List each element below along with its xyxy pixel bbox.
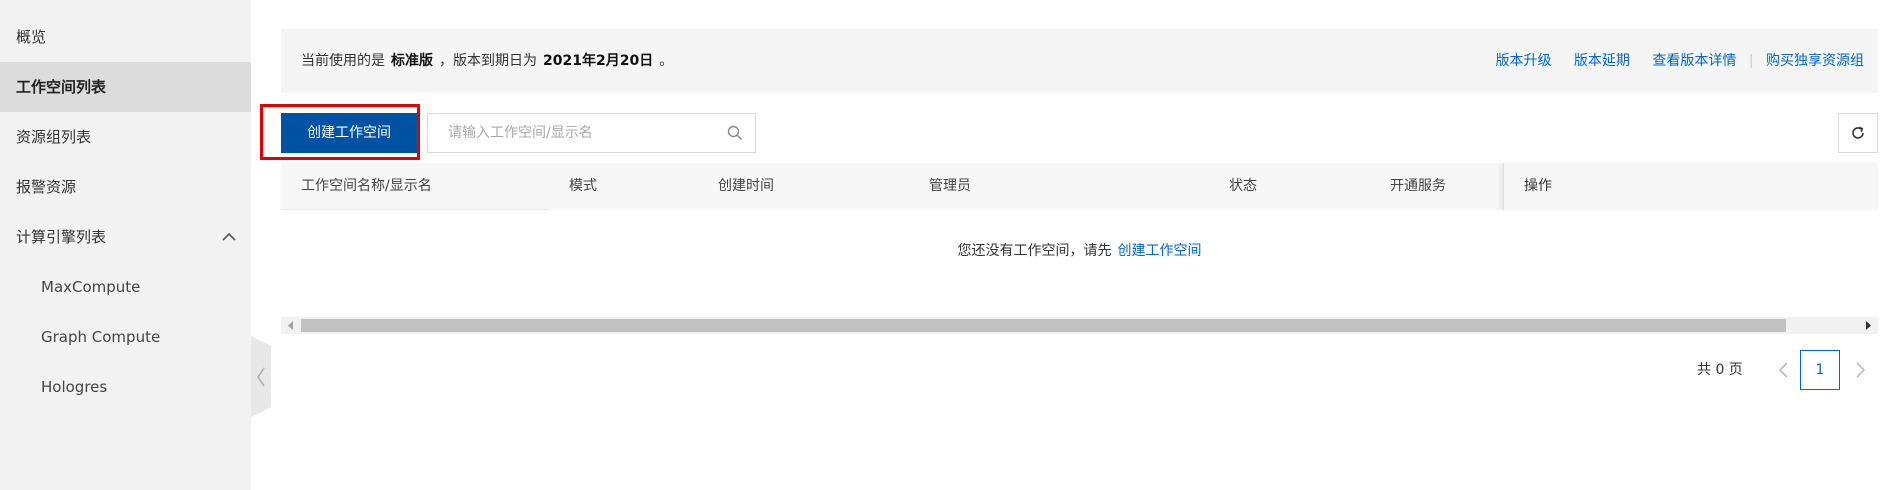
column-header-workspace-name: 工作空间名称/显示名 bbox=[301, 178, 432, 194]
edition-notice-bar: 当前使用的是 标准版 ，版本到期日为 2021年2月20日。 版本升级 版本延期 查看… bbox=[281, 29, 1878, 93]
table-header: 工作空间名称/显示名 模式 创建时间 管理员 状态 开通服务 操作 bbox=[281, 163, 1878, 210]
pagination-prev-button[interactable] bbox=[1772, 358, 1796, 382]
column-header-actions-label: 操作 bbox=[1524, 178, 1552, 194]
sidebar: 概览 工作空间列表 资源组列表 报警资源 计算引擎列表 MaxCompute G… bbox=[0, 0, 251, 490]
create-workspace-link[interactable]: 创建工作空间 bbox=[1118, 243, 1202, 259]
scroll-right-icon[interactable] bbox=[1864, 321, 1872, 330]
extend-edition-link[interactable]: 版本延期 bbox=[1574, 53, 1630, 69]
link-divider: | bbox=[1748, 53, 1754, 69]
sidebar-item-hologres[interactable]: Hologres bbox=[0, 362, 251, 412]
chevron-up-icon[interactable] bbox=[221, 212, 237, 262]
notice-links: 版本升级 版本延期 查看版本详情 | 购买独享资源组 bbox=[1477, 29, 1864, 93]
column-header-status: 状态 bbox=[1229, 178, 1257, 194]
search-icon[interactable] bbox=[727, 125, 743, 141]
scroll-left-icon[interactable] bbox=[287, 321, 295, 330]
sidebar-item-workspace-list[interactable]: 工作空间列表 bbox=[0, 62, 251, 112]
edition-details-link[interactable]: 查看版本详情 bbox=[1652, 53, 1736, 69]
column-header-admin: 管理员 bbox=[929, 178, 971, 194]
column-header-actions: 操作 bbox=[1503, 163, 1878, 210]
search-box bbox=[427, 113, 756, 153]
expiry-date: 2021年2月20日 bbox=[543, 53, 654, 69]
sidebar-item-overview[interactable]: 概览 bbox=[0, 12, 251, 62]
sidebar-item-compute-engine-list[interactable]: 计算引擎列表 bbox=[0, 212, 251, 262]
sidebar-item-maxcompute[interactable]: MaxCompute bbox=[0, 262, 251, 312]
empty-state: 您还没有工作空间，请先 创建工作空间 bbox=[281, 240, 1878, 260]
sidebar-item-label: 计算引擎列表 bbox=[16, 228, 107, 246]
column-header-created-time: 创建时间 bbox=[718, 178, 774, 194]
chevron-right-icon bbox=[1856, 362, 1866, 378]
empty-state-text: 您还没有工作空间，请先 bbox=[957, 243, 1112, 259]
pagination-total: 共 0 页 bbox=[1697, 362, 1743, 378]
notice-suffix: 。 bbox=[659, 53, 674, 69]
search-input[interactable] bbox=[428, 114, 708, 152]
pagination-next-button[interactable] bbox=[1848, 358, 1872, 382]
notice-middle: ，版本到期日为 bbox=[439, 53, 537, 69]
column-header-mode: 模式 bbox=[569, 178, 597, 194]
create-workspace-button[interactable]: 创建工作空间 bbox=[281, 113, 417, 153]
sidebar-collapse-handle[interactable] bbox=[251, 336, 271, 417]
edition-name: 标准版 bbox=[391, 53, 433, 69]
chevron-left-icon bbox=[1778, 362, 1788, 378]
scrollbar-thumb[interactable] bbox=[301, 319, 1786, 332]
refresh-button[interactable] bbox=[1838, 113, 1878, 153]
sidebar-item-graph-compute[interactable]: Graph Compute bbox=[0, 312, 251, 362]
sidebar-item-alarm-resources[interactable]: 报警资源 bbox=[0, 162, 251, 212]
upgrade-edition-link[interactable]: 版本升级 bbox=[1495, 53, 1551, 69]
column-header-services: 开通服务 bbox=[1390, 178, 1446, 194]
edition-notice-text: 当前使用的是 标准版 ，版本到期日为 2021年2月20日。 bbox=[301, 29, 673, 93]
sidebar-item-resource-group-list[interactable]: 资源组列表 bbox=[0, 112, 251, 162]
horizontal-scrollbar[interactable] bbox=[281, 317, 1878, 334]
pagination-page-current[interactable]: 1 bbox=[1800, 350, 1840, 390]
chevron-left-icon bbox=[257, 367, 265, 387]
notice-prefix: 当前使用的是 bbox=[301, 53, 385, 69]
refresh-icon bbox=[1852, 126, 1864, 139]
buy-resource-group-link[interactable]: 购买独享资源组 bbox=[1766, 53, 1864, 69]
divider bbox=[281, 209, 549, 210]
